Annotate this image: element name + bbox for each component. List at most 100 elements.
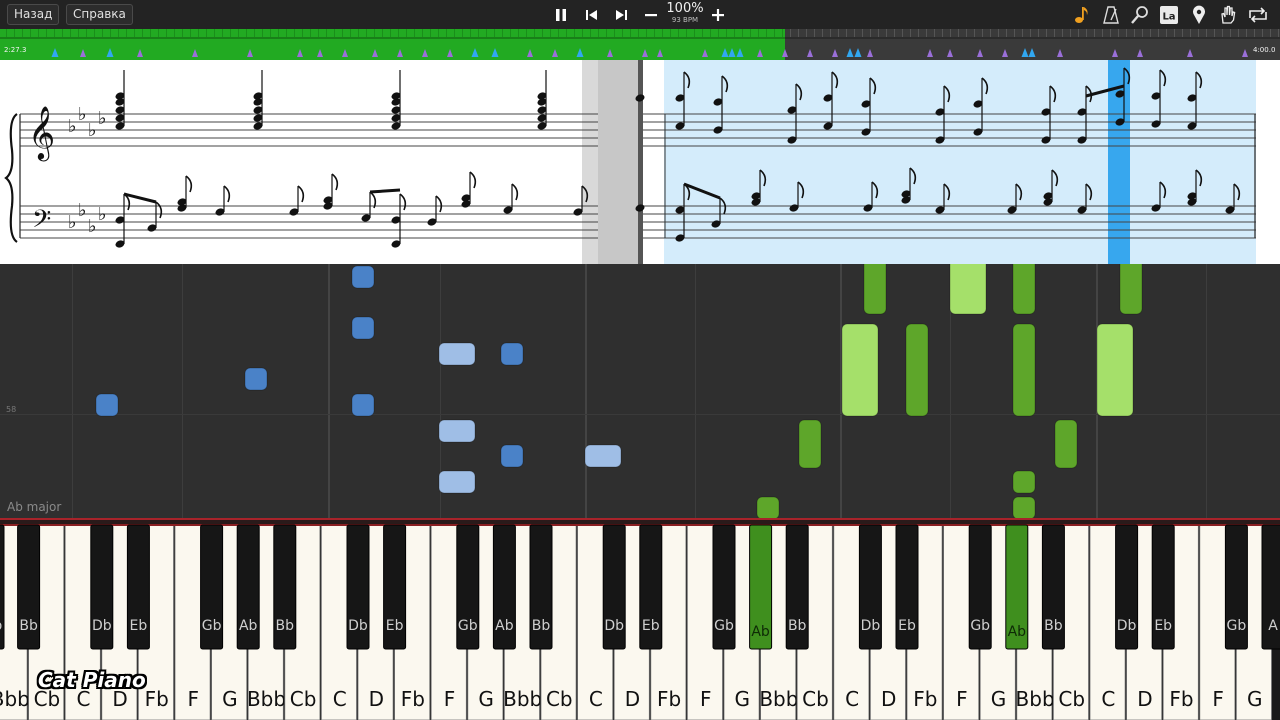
note-flag — [331, 173, 339, 191]
search-icon[interactable] — [1128, 3, 1152, 26]
timeline-marker — [642, 49, 648, 57]
roll-gridline — [182, 264, 183, 520]
timeline-tick — [526, 29, 527, 37]
timeline-tick — [294, 29, 295, 37]
loop-icon[interactable] — [1246, 3, 1270, 26]
note-block — [438, 419, 476, 443]
timeline-tick — [1238, 29, 1239, 37]
progress-timeline[interactable]: 2:27.3 4:00.0 — [0, 29, 1280, 60]
roll-pitch-line — [0, 414, 1280, 415]
timeline-tick — [550, 29, 551, 37]
white-key-label: F — [444, 687, 456, 711]
plus-icon[interactable] — [706, 3, 730, 26]
black-key-label: Bb — [788, 618, 807, 634]
timeline-tick — [1158, 29, 1159, 37]
note-block — [841, 323, 879, 417]
white-key-label: D — [881, 687, 896, 711]
timeline-tick — [1190, 29, 1191, 37]
timeline-tick — [862, 29, 863, 37]
back-button[interactable]: Назад — [7, 4, 60, 25]
note-flag — [185, 175, 193, 193]
timeline-tick — [758, 29, 759, 37]
timeline-marker — [1021, 48, 1029, 57]
note-flag — [399, 193, 407, 211]
timeline-tick — [918, 29, 919, 37]
zoom-level: 100% — [666, 1, 704, 16]
page-gap — [598, 60, 638, 264]
timeline-marker — [807, 49, 813, 57]
timeline-tick — [326, 29, 327, 37]
flat-sign: ♭ — [88, 120, 97, 141]
location-icon[interactable] — [1187, 3, 1211, 26]
black-key-label: Ab — [751, 624, 770, 640]
timeline-tick — [1206, 29, 1207, 37]
timeline-tick — [574, 29, 575, 37]
timeline-tick — [494, 29, 495, 37]
timeline-tick — [1262, 29, 1263, 37]
forward-icon[interactable] — [609, 3, 633, 26]
timeline-tick — [542, 29, 543, 37]
note-flag — [469, 171, 477, 189]
white-key-label: F — [956, 687, 968, 711]
timeline-tick — [1230, 29, 1231, 37]
pause-icon[interactable] — [549, 3, 573, 26]
timeline-tick — [1078, 29, 1079, 37]
timeline-tick — [134, 29, 135, 37]
white-key-label: C — [333, 687, 347, 711]
label-icon[interactable]: La — [1157, 3, 1181, 26]
timeline-tick — [1278, 29, 1279, 37]
note-block — [1012, 470, 1036, 494]
flat-sign: ♭ — [78, 200, 87, 221]
timeline-tick — [422, 29, 423, 37]
bass-clef: 𝄢 — [32, 205, 51, 240]
black-key-label: Bb — [276, 618, 295, 634]
timeline-tick — [214, 29, 215, 37]
timeline-tick — [870, 29, 871, 37]
timeline-tick — [1270, 29, 1271, 37]
timeline-tick — [654, 29, 655, 37]
white-key-label: Bbb — [247, 687, 286, 711]
minus-icon[interactable] — [639, 3, 663, 26]
flat-sign: ♭ — [78, 104, 87, 125]
timeline-tick — [1022, 29, 1023, 37]
rewind-icon[interactable] — [580, 3, 604, 26]
note-icon[interactable] — [1070, 3, 1094, 26]
timeline-marker — [927, 49, 933, 57]
page-edge — [582, 60, 598, 264]
timeline-tick — [990, 29, 991, 37]
timeline-tick — [198, 29, 199, 37]
timeline-tick — [558, 29, 559, 37]
timeline-marker — [657, 49, 663, 57]
metronome-icon[interactable] — [1099, 3, 1123, 26]
black-key-label: Gb — [1227, 618, 1247, 634]
flat-sign: ♭ — [68, 116, 77, 137]
timeline-tick — [926, 29, 927, 37]
timeline-tick — [854, 29, 855, 37]
timeline-marker — [1028, 48, 1036, 57]
timeline-marker — [854, 48, 862, 57]
help-button[interactable]: Справка — [66, 4, 133, 25]
timeline-tick — [142, 29, 143, 37]
timeline-marker — [1137, 49, 1143, 57]
piano-keyboard[interactable]: BbbCbCDFbFGBbbCbCDFbFGBbbCbCDFbFGBbbCbCD… — [0, 520, 1280, 720]
timeline-marker — [947, 49, 953, 57]
hand-icon[interactable] — [1216, 3, 1240, 26]
timeline-tick — [598, 29, 599, 37]
timeline-tick — [70, 29, 71, 37]
timeline-marker — [527, 49, 533, 57]
black-key-label: Db — [348, 618, 368, 634]
white-key-label: Bbb — [759, 687, 798, 711]
white-key-label: Bbb — [503, 687, 542, 711]
timeline-tick — [126, 29, 127, 37]
timeline-tick — [1006, 29, 1007, 37]
black-key-label: Gb — [458, 618, 478, 634]
key-signature-label: Ab major — [7, 500, 62, 514]
timeline-tick — [878, 29, 879, 37]
timeline-tick — [1134, 29, 1135, 37]
timeline-tick — [22, 29, 23, 37]
timeline-tick — [278, 29, 279, 37]
toolbar: Назад Справка 100% 93 BPM La — [0, 0, 1280, 29]
timeline-tick — [318, 29, 319, 37]
timeline-tick — [62, 29, 63, 37]
timeline-tick — [30, 29, 31, 37]
